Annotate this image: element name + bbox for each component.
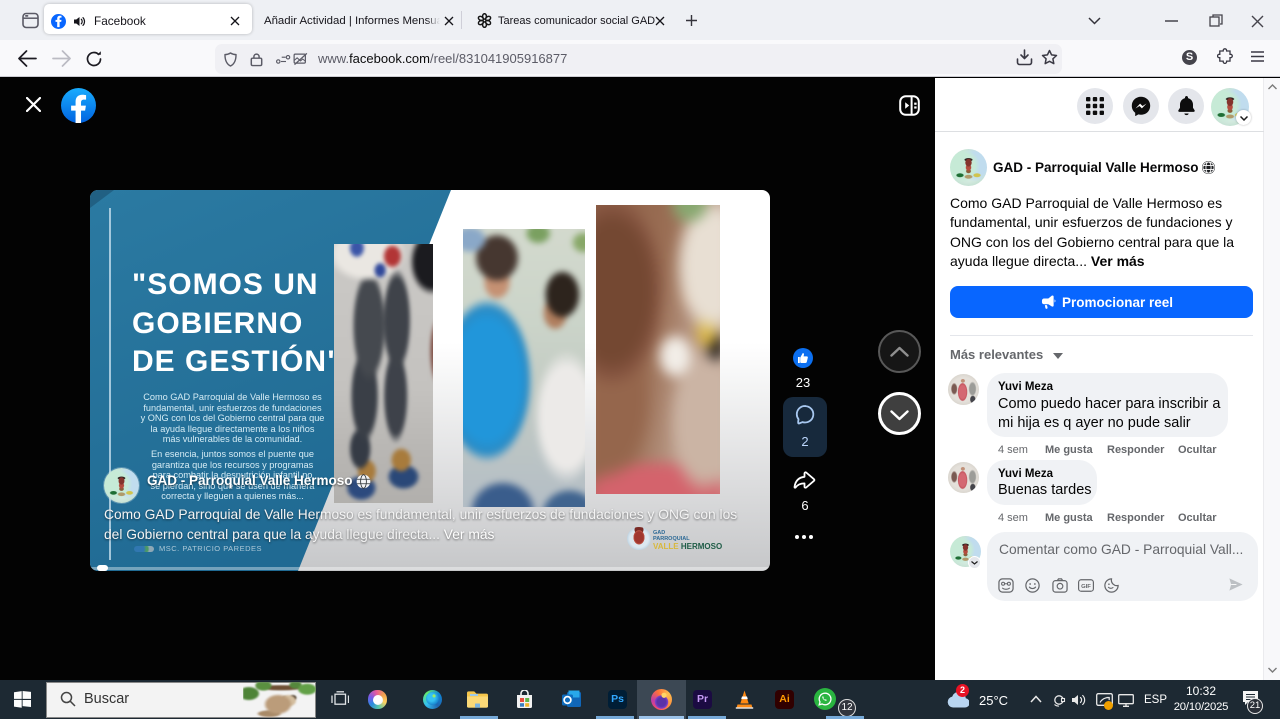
svg-text:GIF: GIF: [1081, 584, 1091, 590]
